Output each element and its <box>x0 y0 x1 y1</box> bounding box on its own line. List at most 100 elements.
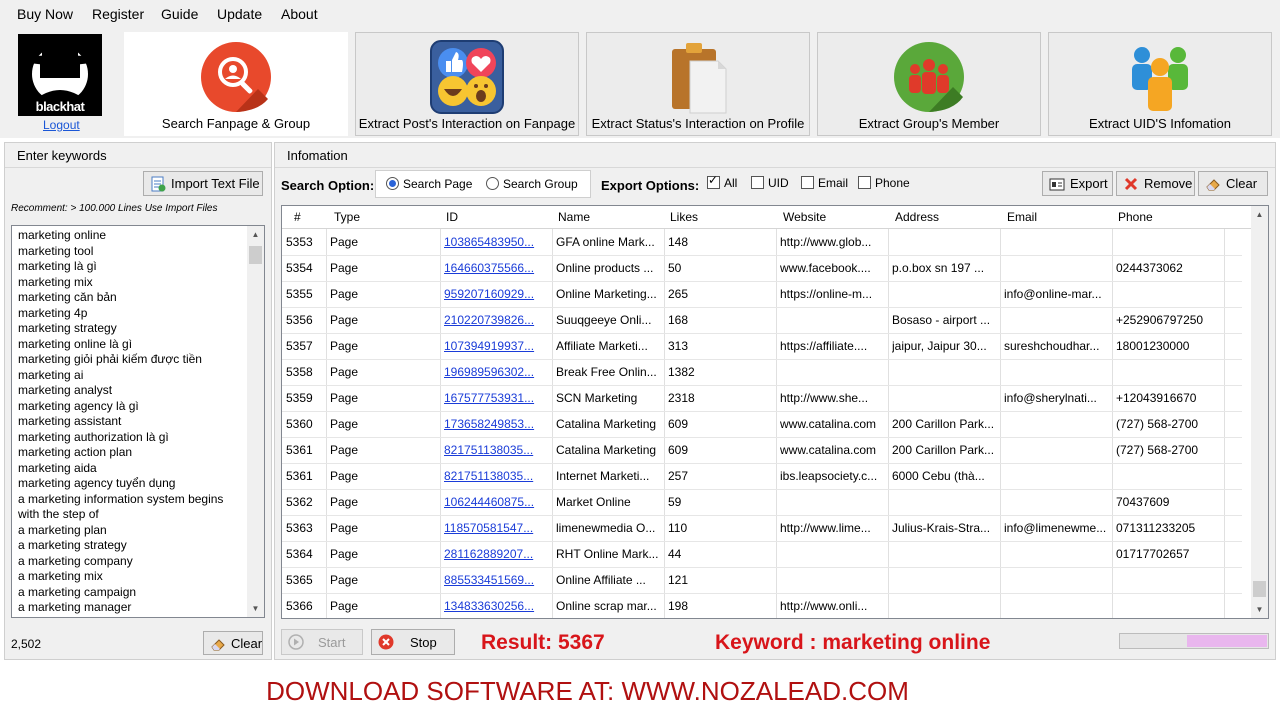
start-button[interactable]: Start <box>281 629 363 655</box>
users-icon <box>1132 47 1188 111</box>
column-header[interactable]: Email <box>1007 210 1037 224</box>
keyword-item[interactable]: marketing là gì <box>18 259 97 273</box>
table-row[interactable]: 5364 Page 281162889207... RHT Online Mark..… <box>282 541 1242 568</box>
export-button[interactable]: Export <box>1042 171 1113 196</box>
column-header[interactable]: Website <box>783 210 826 224</box>
scroll-down-arrow[interactable]: ▼ <box>247 600 264 617</box>
stop-button[interactable]: Stop <box>371 629 455 655</box>
menu-guide[interactable]: Guide <box>161 6 198 22</box>
column-header[interactable]: Address <box>895 210 939 224</box>
keyword-item[interactable]: with the step of <box>18 507 99 521</box>
table-row[interactable]: 5360 Page 173658249853... Catalina Marketin… <box>282 411 1242 438</box>
id-link[interactable]: 164660375566... <box>444 261 552 275</box>
menu-about[interactable]: About <box>281 6 318 22</box>
table-row[interactable]: 5358 Page 196989596302... Break Free Onlin.… <box>282 359 1242 386</box>
search-page-radio[interactable]: Search Page <box>386 177 472 191</box>
keyword-item[interactable]: a marketing campaign <box>18 585 136 599</box>
table-row[interactable]: 5354 Page 164660375566... Online products .… <box>282 255 1242 282</box>
id-link[interactable]: 173658249853... <box>444 417 552 431</box>
search-group-radio[interactable]: Search Group <box>486 177 578 191</box>
table-row[interactable]: 5361 Page 821751138035... Catalina Marketin… <box>282 437 1242 464</box>
keyword-item[interactable]: marketing agency là gì <box>18 399 139 413</box>
keyword-item[interactable]: marketing assistant <box>18 414 121 428</box>
keyword-item[interactable]: marketing strategy <box>18 321 117 335</box>
table-row[interactable]: 5362 Page 106244460875... Market Online 59 70… <box>282 489 1242 516</box>
keyword-item[interactable]: marketing 4p <box>18 306 87 320</box>
table-row[interactable]: 5353 Page 103865483950... GFA online Mark..… <box>282 229 1242 256</box>
table-row[interactable]: 5363 Page 118570581547... limenewmedia O...… <box>282 515 1242 542</box>
keyword-item[interactable]: marketing action plan <box>18 445 132 459</box>
scroll-thumb[interactable] <box>1253 581 1266 597</box>
keyword-item[interactable]: marketing authorization là gì <box>18 430 169 444</box>
tab-search-fanpage-group[interactable]: Search Fanpage & Group <box>124 32 348 136</box>
column-header[interactable]: ID <box>446 210 458 224</box>
menu-buy-now[interactable]: Buy Now <box>17 6 73 22</box>
tab-extract-status-interaction[interactable]: Extract Status's Interaction on Profile <box>586 32 810 136</box>
table-row[interactable]: 5355 Page 959207160929... Online Marketing.… <box>282 281 1242 308</box>
keyword-item[interactable]: a marketing manager <box>18 600 131 614</box>
column-header[interactable]: Type <box>334 210 360 224</box>
keyword-list[interactable]: marketing online marketing tool marketing … <box>11 225 265 618</box>
remove-button[interactable]: Remove <box>1116 171 1195 196</box>
keyword-item[interactable]: marketing analyst <box>18 383 112 397</box>
id-link[interactable]: 196989596302... <box>444 365 552 379</box>
id-link[interactable]: 210220739826... <box>444 313 552 327</box>
id-link[interactable]: 281162889207... <box>444 547 552 561</box>
keyword-item[interactable]: marketing tool <box>18 244 93 258</box>
table-row[interactable]: 5361 Page 821751138035... Internet Marketi.… <box>282 463 1242 490</box>
keyword-item[interactable]: a marketing plan <box>18 523 107 537</box>
column-header[interactable]: Likes <box>670 210 698 224</box>
id-link[interactable]: 167577753931... <box>444 391 552 405</box>
id-link[interactable]: 103865483950... <box>444 235 552 249</box>
table-row[interactable]: 5366 Page 134833630256... Online scrap mar.… <box>282 593 1242 618</box>
import-text-file-button[interactable]: Import Text File <box>143 171 263 196</box>
keyword-item[interactable]: marketing agency tuyển dụng <box>18 476 175 490</box>
tab-extract-group-member[interactable]: Extract Group's Member <box>817 32 1041 136</box>
id-link[interactable]: 134833630256... <box>444 599 552 613</box>
results-table[interactable]: # Type ID Name Likes Website Address Ema… <box>281 205 1269 619</box>
table-row[interactable]: 5359 Page 167577753931... SCN Marketing 2318… <box>282 385 1242 412</box>
keyword-item[interactable]: a marketing company <box>18 554 133 568</box>
export-email-checkbox[interactable]: Email <box>801 176 848 190</box>
column-header[interactable]: Phone <box>1118 210 1153 224</box>
table-row[interactable]: 5357 Page 107394919937... Affiliate Marketi… <box>282 333 1242 360</box>
column-header[interactable]: Name <box>558 210 590 224</box>
scroll-up-arrow[interactable]: ▲ <box>247 226 264 243</box>
column-header[interactable]: # <box>294 210 301 224</box>
table-row[interactable]: 5356 Page 210220739826... Suuqgeeye Onli...… <box>282 307 1242 334</box>
tab-extract-uid-information[interactable]: Extract UID'S Infomation <box>1048 32 1272 136</box>
scroll-down-arrow[interactable]: ▼ <box>1251 601 1268 618</box>
keyword-item[interactable]: a marketing information system begins <box>18 492 223 506</box>
keyword-item[interactable]: marketing ai <box>18 368 83 382</box>
clear-results-button[interactable]: Clear <box>1198 171 1268 196</box>
menu-register[interactable]: Register <box>92 6 144 22</box>
keyword-item[interactable]: a marketing mix <box>18 569 103 583</box>
id-link[interactable]: 959207160929... <box>444 287 552 301</box>
id-link[interactable]: 821751138035... <box>444 469 552 483</box>
logout-link[interactable]: Logout <box>43 118 80 132</box>
keyword-item[interactable]: marketing aida <box>18 461 97 475</box>
export-phone-checkbox[interactable]: Phone <box>858 176 910 190</box>
id-link[interactable]: 118570581547... <box>444 521 552 535</box>
keyword-item[interactable]: marketing căn bản <box>18 290 117 304</box>
tab-extract-post-interaction[interactable]: Extract Post's Interaction on Fanpage <box>355 32 579 136</box>
keyword-item[interactable]: marketing online là gì <box>18 337 132 351</box>
keyword-item[interactable]: marketing mix <box>18 275 93 289</box>
table-row[interactable]: 5365 Page 885533451569... Online Affiliate … <box>282 567 1242 594</box>
scroll-up-arrow[interactable]: ▲ <box>1251 206 1268 223</box>
id-link[interactable]: 107394919937... <box>444 339 552 353</box>
id-link[interactable]: 106244460875... <box>444 495 552 509</box>
id-link[interactable]: 821751138035... <box>444 443 552 457</box>
export-all-checkbox[interactable]: All <box>707 173 737 190</box>
export-uid-checkbox[interactable]: UID <box>751 176 789 190</box>
table-scrollbar[interactable]: ▲ ▼ <box>1251 206 1268 618</box>
id-link[interactable]: 885533451569... <box>444 573 552 587</box>
keyword-item[interactable]: marketing online <box>18 228 106 242</box>
table-cell: 5361 <box>286 443 313 457</box>
keyword-item[interactable]: marketing giỏi phải kiếm được tiền <box>18 352 202 366</box>
scroll-thumb[interactable] <box>249 246 262 264</box>
keyword-list-scrollbar[interactable]: ▲ ▼ <box>247 226 264 617</box>
keyword-item[interactable]: a marketing strategy <box>18 538 127 552</box>
menu-update[interactable]: Update <box>217 6 262 22</box>
clear-keywords-button[interactable]: Clear <box>203 631 263 655</box>
